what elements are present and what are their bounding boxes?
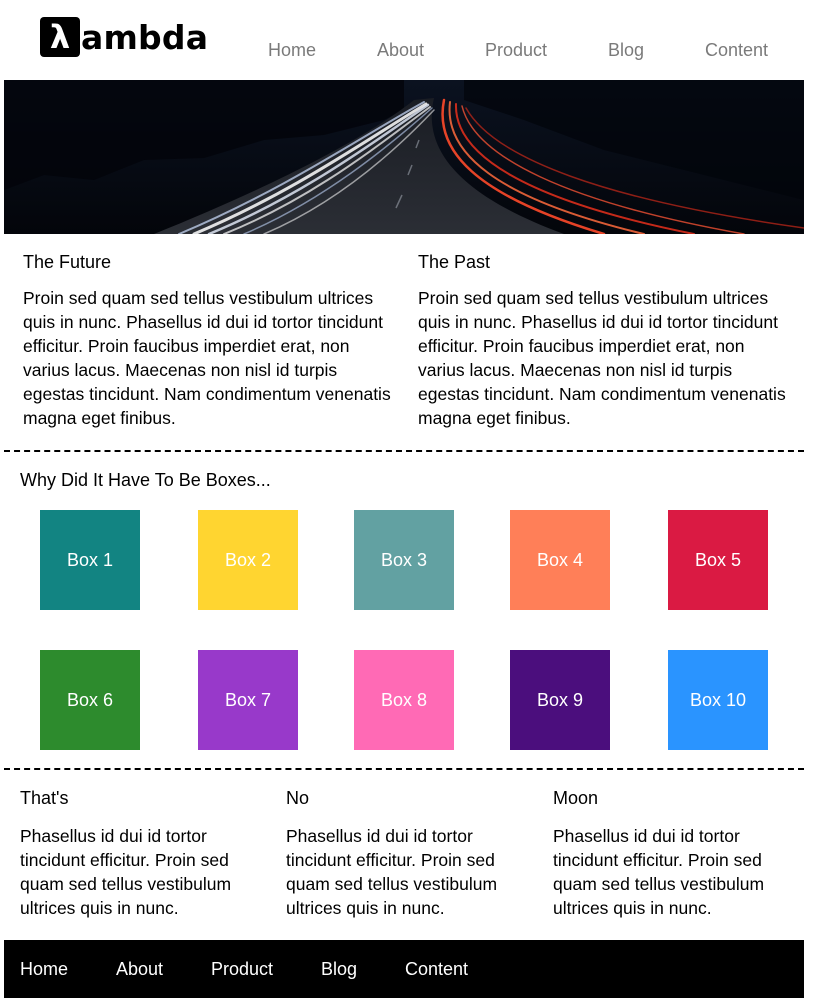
column-text-moon: Phasellus id dui id tortor tincidunt eff… <box>553 826 765 918</box>
column-text-thats: Phasellus id dui id tortor tincidunt eff… <box>20 826 232 918</box>
column-title-no: No <box>286 788 310 808</box>
boxes-section-title: Why Did It Have To Be Boxes... <box>20 470 271 490</box>
box-10: Box 10 <box>668 650 768 750</box>
column-title-past: The Past <box>418 252 491 272</box>
column-text-no: Phasellus id dui id tortor tincidunt eff… <box>286 826 498 918</box>
hero-image <box>4 80 804 234</box>
nav-link-product[interactable]: Product <box>485 38 547 62</box>
footer-link-blog[interactable]: Blog <box>321 957 357 981</box>
box-5: Box 5 <box>668 510 768 610</box>
column-text-past: Proin sed quam sed tellus vestibulum ult… <box>418 288 786 428</box>
box-2: Box 2 <box>198 510 298 610</box>
footer-link-content[interactable]: Content <box>405 957 468 981</box>
box-1: Box 1 <box>40 510 140 610</box>
box-4: Box 4 <box>510 510 610 610</box>
column-title-future: The Future <box>23 252 112 272</box>
box-3: Box 3 <box>354 510 454 610</box>
nav-link-blog[interactable]: Blog <box>608 38 644 62</box>
nav-link-home[interactable]: Home <box>268 38 316 62</box>
box-6: Box 6 <box>40 650 140 750</box>
site-header: λ ambda Home About Product Blog Content <box>0 0 820 80</box>
site-footer: Home About Product Blog Content <box>4 940 804 998</box>
box-7: Box 7 <box>198 650 298 750</box>
nav-link-about[interactable]: About <box>377 38 424 62</box>
footer-link-home[interactable]: Home <box>20 957 68 981</box>
box-9: Box 9 <box>510 650 610 750</box>
section-divider <box>4 768 804 770</box>
column-title-moon: Moon <box>553 788 599 808</box>
footer-link-product[interactable]: Product <box>211 957 273 981</box>
box-8: Box 8 <box>354 650 454 750</box>
footer-link-about[interactable]: About <box>116 957 163 981</box>
column-text-future: Proin sed quam sed tellus vestibulum ult… <box>23 288 391 428</box>
section-divider <box>4 450 804 452</box>
column-title-thats: That's <box>20 788 69 808</box>
nav-link-content[interactable]: Content <box>705 38 768 62</box>
top-nav: Home About Product Blog Content <box>0 38 820 62</box>
